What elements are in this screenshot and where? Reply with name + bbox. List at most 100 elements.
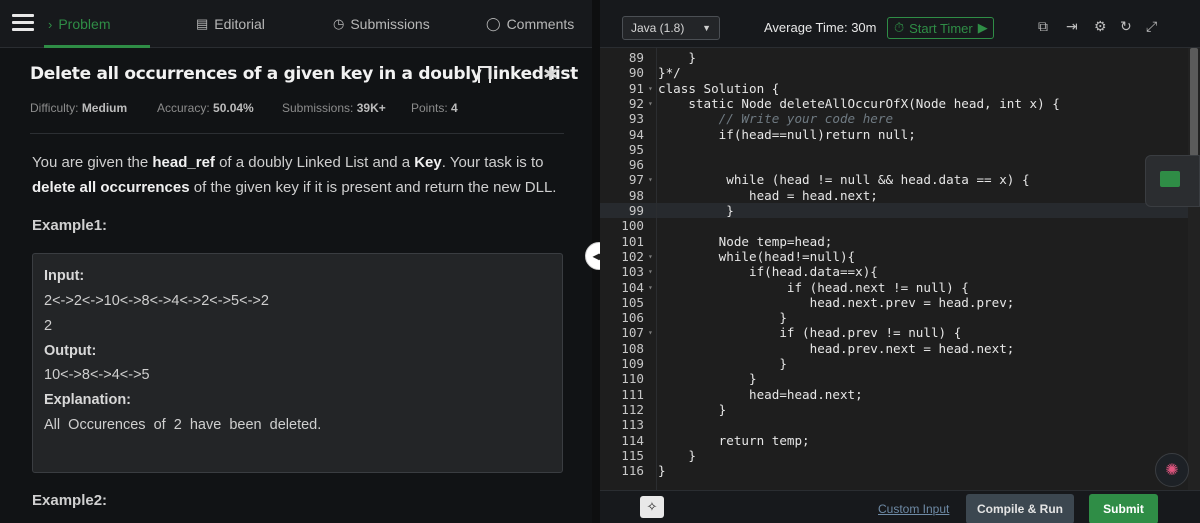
reset-icon[interactable]: ↻	[1120, 18, 1132, 35]
lightbulb-icon[interactable]: ✧	[640, 496, 664, 518]
line-number: 103	[621, 264, 644, 280]
line-number: 89	[628, 50, 644, 65]
compile-run-button[interactable]: Compile & Run	[966, 494, 1074, 523]
code-line[interactable]: 98 head = head.next;	[600, 188, 1190, 203]
fold-arrow-icon[interactable]: ▾	[648, 172, 653, 187]
code-line[interactable]: 90}*/	[600, 65, 1190, 80]
fold-arrow-icon[interactable]: ▾	[648, 81, 653, 96]
code-text: }	[658, 463, 666, 479]
line-number: 116	[621, 463, 644, 479]
accuracy-value: 50.04%	[213, 101, 254, 115]
chevron-right-icon: ›	[48, 16, 53, 32]
problem-tabs-bar: › Problem ▤ Editorial ◷ Submissions ◯ Co…	[0, 0, 592, 48]
tab-submissions[interactable]: ◷ Submissions	[333, 0, 430, 48]
app-root: › Problem ▤ Editorial ◷ Submissions ◯ Co…	[0, 0, 1200, 523]
code-line[interactable]: 108 head.prev.next = head.next;	[600, 341, 1190, 356]
code-line[interactable]: 114 return temp;	[600, 433, 1190, 448]
input-key: 2	[44, 318, 53, 334]
code-line[interactable]: 107 ▾ if (head.prev != null) {	[600, 325, 1190, 340]
fold-arrow-icon[interactable]: ▾	[648, 96, 653, 111]
explanation-text: All Occurences of 2 have been deleted.	[44, 417, 322, 433]
code-text: return temp;	[658, 432, 810, 448]
code-line[interactable]: 89 }	[600, 50, 1190, 65]
copy-icon[interactable]: ⧉	[1038, 18, 1048, 35]
submit-button[interactable]: Submit	[1089, 494, 1158, 523]
explanation-label: Explanation:	[44, 392, 132, 408]
fold-arrow-icon[interactable]: ▾	[648, 280, 653, 295]
code-line[interactable]: 91 ▾ class Solution {	[600, 81, 1190, 96]
code-line[interactable]: 96	[600, 157, 1190, 172]
line-number: 92	[628, 95, 644, 111]
code-line[interactable]: 102 ▾ while(head!=null){	[600, 249, 1190, 264]
code-line[interactable]: 99 }	[600, 203, 1190, 219]
code-line[interactable]: 115 }	[600, 448, 1190, 463]
fold-arrow-icon[interactable]: ▾	[648, 264, 653, 279]
problem-title: Delete all occurrences of a given key in…	[30, 64, 578, 84]
points-value: 4	[451, 101, 458, 115]
code-line[interactable]: 95	[600, 142, 1190, 157]
code-line[interactable]: 94 if(head==null)return null;	[600, 127, 1190, 142]
code-text: // Write your code here	[658, 111, 894, 127]
tab-label: Editorial	[214, 16, 265, 32]
code-line[interactable]: 100	[600, 218, 1190, 233]
gutter-separator	[656, 48, 657, 490]
timer-icon: ⏱	[894, 20, 905, 35]
desc-bold: Key	[414, 154, 442, 171]
problem-pane: › Problem ▤ Editorial ◷ Submissions ◯ Co…	[0, 0, 592, 523]
bookmark-icon[interactable]	[478, 66, 491, 89]
code-line[interactable]: 105 head.next.prev = head.prev;	[600, 295, 1190, 310]
code-editor[interactable]: 89 } 90}*/91 ▾ class Solution {92 ▾ static N…	[600, 48, 1190, 490]
code-line[interactable]: 113	[600, 417, 1190, 432]
code-line[interactable]: 104 ▾ if (head.next != null) {	[600, 280, 1190, 295]
code-line[interactable]: 97 ▾ while (head != null && head.data == …	[600, 172, 1190, 187]
code-text: if (head.next != null) {	[658, 279, 969, 295]
fullscreen-icon[interactable]: ⤢	[1146, 18, 1157, 35]
code-line[interactable]: 93 // Write your code here	[600, 111, 1190, 126]
line-number: 112	[621, 401, 644, 417]
fold-arrow-icon[interactable]: ▾	[648, 249, 653, 264]
custom-input-link[interactable]: Custom Input	[878, 502, 949, 516]
tab-label: Problem	[58, 16, 111, 32]
bug-report-icon[interactable]: ✱	[543, 64, 558, 85]
example2-heading: Example2:	[32, 492, 108, 509]
tab-editorial[interactable]: ▤ Editorial	[196, 0, 265, 48]
line-number: 102	[621, 248, 644, 264]
code-text: }	[658, 203, 734, 218]
line-number: 91	[628, 80, 644, 96]
code-line[interactable]: 111 head=head.next;	[600, 387, 1190, 402]
code-line[interactable]: 112 }	[600, 402, 1190, 417]
code-line[interactable]: 103 ▾ if(head.data==x){	[600, 264, 1190, 279]
line-number: 98	[628, 187, 644, 203]
fold-arrow-icon[interactable]: ▾	[648, 325, 653, 340]
editor-toolbar: Java (1.8) ▼ Average Time: 30m ⏱ Start T…	[600, 0, 1200, 48]
submissions-label: Submissions:	[282, 101, 354, 115]
code-line[interactable]: 116}	[600, 463, 1190, 478]
export-icon[interactable]: ⇥	[1066, 18, 1078, 35]
code-line[interactable]: 109 }	[600, 356, 1190, 371]
active-tab-indicator	[44, 45, 150, 48]
language-select[interactable]: Java (1.8) ▼	[622, 16, 720, 40]
scrollbar-thumb[interactable]	[1190, 48, 1198, 156]
code-line[interactable]: 92 ▾ static Node deleteAllOccurOfX(Node h…	[600, 96, 1190, 111]
hamburger-menu-icon[interactable]	[12, 14, 34, 32]
gear-icon[interactable]: ⚙	[1094, 18, 1107, 35]
tab-problem[interactable]: › Problem	[48, 0, 110, 48]
code-line[interactable]: 101 Node temp=head;	[600, 234, 1190, 249]
language-value: Java (1.8)	[631, 21, 685, 35]
line-number: 100	[621, 218, 644, 234]
points-meta: Points: 4	[411, 101, 458, 115]
start-timer-button[interactable]: ⏱ Start Timer ▶	[887, 17, 994, 39]
code-line[interactable]: 106 }	[600, 310, 1190, 325]
chat-button[interactable]	[1145, 155, 1200, 207]
tab-comments[interactable]: ◯ Comments	[486, 0, 574, 48]
ai-assistant-icon[interactable]: ✺	[1155, 453, 1189, 487]
code-line[interactable]: 110 }	[600, 371, 1190, 386]
line-number: 115	[621, 447, 644, 463]
line-number: 104	[621, 279, 644, 295]
line-number: 101	[621, 233, 644, 249]
desc-text: of the given key if it is present and re…	[189, 179, 557, 196]
example1-heading: Example1:	[32, 217, 108, 234]
divider	[30, 133, 564, 134]
line-number: 109	[621, 356, 644, 371]
output-value: 10<->8<->4<->5	[44, 367, 150, 383]
